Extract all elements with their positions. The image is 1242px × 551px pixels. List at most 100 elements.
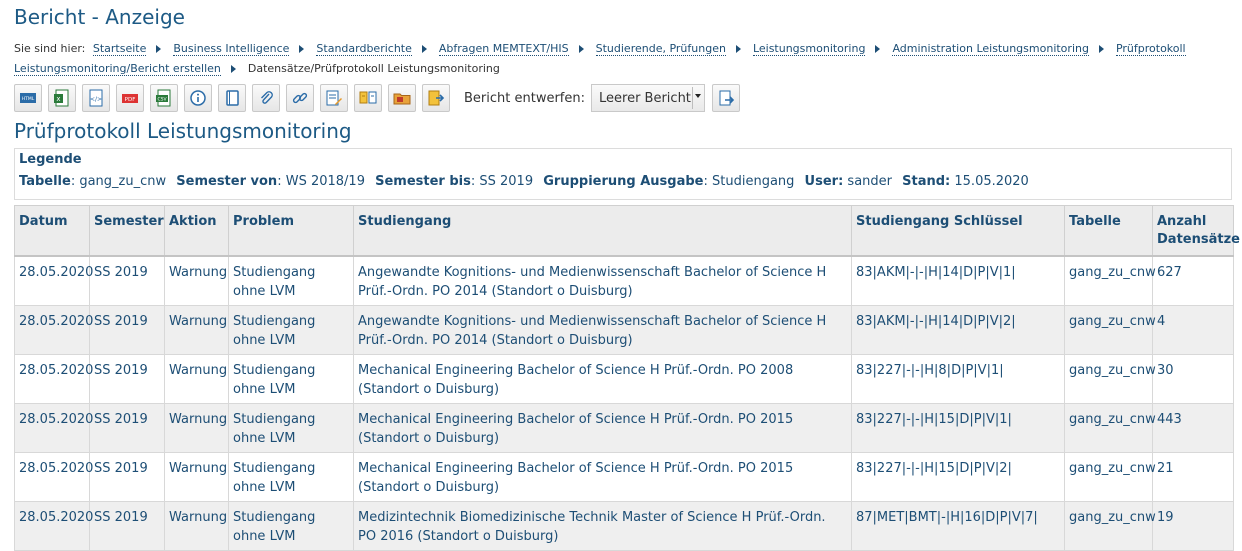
design-report-label: Bericht entwerfen: <box>464 90 585 106</box>
breadcrumb-startseite[interactable]: Startseite <box>92 42 147 56</box>
breadcrumb-abfragen[interactable]: Abfragen MEMTEXT/HIS <box>438 42 569 56</box>
csv-export-icon: CSV <box>156 89 171 107</box>
table-row: 28.05.2020 SS 2019 Warnung Studiengang o… <box>14 452 1234 502</box>
notebook-button[interactable] <box>218 84 246 112</box>
legend-heading: Legende <box>19 152 82 167</box>
xml-export-button[interactable]: </> <box>82 84 110 112</box>
breadcrumb-studierende[interactable]: Studierende, Prüfungen <box>595 42 726 56</box>
cell-problem: Studiengang ohne LVM <box>228 305 354 355</box>
cell-schluessel: 87|MET|BMT|-|H|16|D|P|V|7| <box>851 501 1065 551</box>
cell-datum: 28.05.2020 <box>14 452 93 502</box>
column-header-anzahl[interactable]: Anzahl Datensätze <box>1152 205 1240 257</box>
cell-aktion: Warnung <box>164 305 229 355</box>
apply-design-icon <box>719 90 735 106</box>
info-button[interactable] <box>184 84 212 112</box>
cell-problem: Studiengang ohne LVM <box>228 354 354 404</box>
edit-report-icon <box>326 90 342 106</box>
cell-tabelle: gang_zu_cnw <box>1064 403 1156 453</box>
cell-tabelle: gang_zu_cnw <box>1064 305 1156 355</box>
cell-studiengang: Angewandte Kognitions- und Medienwissens… <box>353 305 852 355</box>
legend-user: User: sander <box>804 174 892 189</box>
excel-export-icon: x <box>54 89 69 107</box>
breadcrumb: Sie sind hier: Startseite Business Intell… <box>14 39 1229 79</box>
cell-anzahl: 443 <box>1152 403 1234 453</box>
report-toolbar: HTML x </> PDF CSV Bericht entwerfen: Le… <box>14 83 746 113</box>
cell-aktion: Warnung <box>164 354 229 404</box>
cell-schluessel: 83|227|-|-|H|15|D|P|V|2| <box>851 452 1065 502</box>
table-row: 28.05.2020 SS 2019 Warnung Studiengang o… <box>14 403 1234 453</box>
report-table: Datum Semester Aktion Problem Studiengan… <box>14 205 1240 551</box>
column-header-aktion[interactable]: Aktion <box>164 205 229 257</box>
breadcrumb-separator-icon <box>875 45 881 53</box>
cell-semester: SS 2019 <box>89 354 165 404</box>
cell-problem: Studiengang ohne LVM <box>228 255 354 306</box>
svg-text:x: x <box>56 95 60 103</box>
folder-icon <box>393 93 411 105</box>
csv-export-button[interactable]: CSV <box>150 84 178 112</box>
legend-stand: Stand: 15.05.2020 <box>902 174 1029 189</box>
legend-semester-bis: Semester bis: SS 2019 <box>375 174 534 189</box>
column-header-studiengang-schluessel[interactable]: Studiengang Schlüssel <box>851 205 1065 257</box>
link-button[interactable] <box>286 84 314 112</box>
legend-semester-von: Semester von: WS 2018/19 <box>176 174 365 189</box>
table-header-row: Datum Semester Aktion Problem Studiengan… <box>14 205 1240 257</box>
cell-tabelle: gang_zu_cnw <box>1064 354 1156 404</box>
breadcrumb-separator-icon <box>1098 45 1104 53</box>
breadcrumb-separator-icon <box>230 65 236 73</box>
column-header-problem[interactable]: Problem <box>228 205 354 257</box>
html-export-icon: HTML <box>20 93 36 103</box>
cell-datum: 28.05.2020 <box>14 305 93 355</box>
svg-text:PDF: PDF <box>125 97 136 103</box>
breadcrumb-standardberichte[interactable]: Standardberichte <box>316 42 412 56</box>
pdf-export-button[interactable]: PDF <box>116 84 144 112</box>
cell-anzahl: 21 <box>1152 452 1234 502</box>
column-header-datum[interactable]: Datum <box>14 205 90 257</box>
table-row: 28.05.2020 SS 2019 Warnung Studiengang o… <box>14 501 1234 551</box>
svg-text:</>: </> <box>90 96 102 103</box>
cell-studiengang: Medizintechnik Biomedizinische Technik M… <box>353 501 852 551</box>
breadcrumb-separator-icon <box>735 45 741 53</box>
cell-studiengang: Mechanical Engineering Bachelor of Scien… <box>353 452 852 502</box>
design-report-select[interactable]: Leerer Bericht <box>591 84 705 112</box>
cell-schluessel: 83|AKM|-|-|H|14|D|P|V|1| <box>851 255 1065 306</box>
attachment-button[interactable] <box>252 84 280 112</box>
export-report-button[interactable] <box>422 84 450 112</box>
cell-semester: SS 2019 <box>89 403 165 453</box>
legend-tabelle: Tabelle: gang_zu_cnw <box>19 174 167 189</box>
breadcrumb-prefix: Sie sind hier: <box>14 42 86 55</box>
cell-studiengang: Angewandte Kognitions- und Medienwissens… <box>353 255 852 306</box>
breadcrumb-business-intelligence[interactable]: Business Intelligence <box>173 42 290 56</box>
column-header-studiengang[interactable]: Studiengang <box>353 205 852 257</box>
table-row: 28.05.2020 SS 2019 Warnung Studiengang o… <box>14 354 1234 404</box>
report-title: Prüfprotokoll Leistungsmonitoring <box>14 119 352 143</box>
notebook-icon <box>226 90 239 106</box>
apply-design-button[interactable] <box>712 84 740 112</box>
html-export-button[interactable]: HTML <box>14 84 42 112</box>
column-header-tabelle[interactable]: Tabelle <box>1064 205 1153 257</box>
excel-export-button[interactable]: x <box>48 84 76 112</box>
cell-aktion: Warnung <box>164 501 229 551</box>
cell-anzahl: 19 <box>1152 501 1234 551</box>
cell-datum: 28.05.2020 <box>14 255 93 306</box>
cell-studiengang: Mechanical Engineering Bachelor of Scien… <box>353 354 852 404</box>
table-row: 28.05.2020 SS 2019 Warnung Studiengang o… <box>14 255 1234 306</box>
breadcrumb-administration[interactable]: Administration Leistungsmonitoring <box>892 42 1089 56</box>
breadcrumb-current: Datensätze/Prüfprotokoll Leistungsmonito… <box>247 62 500 75</box>
cell-anzahl: 627 <box>1152 255 1234 306</box>
legend-gruppierung: Gruppierung Ausgabe: Studiengang <box>543 174 795 189</box>
cell-aktion: Warnung <box>164 255 229 306</box>
folder-button[interactable] <box>388 84 416 112</box>
table-row: 28.05.2020 SS 2019 Warnung Studiengang o… <box>14 305 1234 355</box>
cell-problem: Studiengang ohne LVM <box>228 403 354 453</box>
xml-export-icon: </> <box>89 89 103 107</box>
breadcrumb-leistungsmonitoring[interactable]: Leistungsmonitoring <box>752 42 866 56</box>
column-header-semester[interactable]: Semester <box>89 205 165 257</box>
cell-anzahl: 30 <box>1152 354 1234 404</box>
edit-report-button[interactable] <box>320 84 348 112</box>
link-icon <box>292 92 308 104</box>
cell-tabelle: gang_zu_cnw <box>1064 501 1156 551</box>
breadcrumb-separator-icon <box>299 45 305 53</box>
breadcrumb-separator-icon <box>156 45 162 53</box>
compare-report-button[interactable] <box>354 84 382 112</box>
svg-text:CSV: CSV <box>157 97 167 103</box>
